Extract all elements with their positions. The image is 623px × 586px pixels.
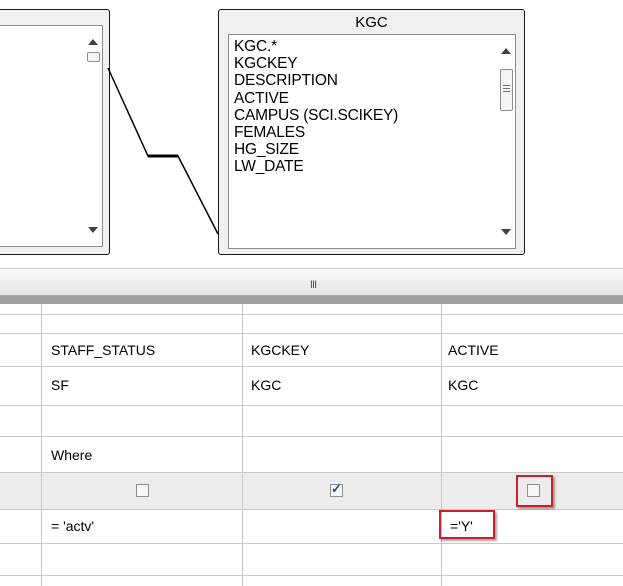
grid-line xyxy=(0,472,623,473)
column-name-cell[interactable]: ACTIVE xyxy=(448,342,499,358)
scroll-thumb[interactable] xyxy=(500,69,513,111)
scrollbar-grip[interactable]: III xyxy=(310,279,317,291)
table-name-cell[interactable]: KGC xyxy=(448,377,478,393)
output-checkbox[interactable] xyxy=(136,484,149,497)
grid-line xyxy=(41,304,42,586)
scroll-thumb-grip-icon xyxy=(503,85,510,86)
criteria-cell[interactable]: = 'actv' xyxy=(51,518,94,534)
pane-splitter[interactable] xyxy=(0,296,623,304)
kgc-list-scrollbar[interactable] xyxy=(497,35,515,248)
diagram-pane: KGC KGC.* KGCKEY DESCRIPTION ACTIVE CAMPUS (… xyxy=(0,0,623,268)
grid-line xyxy=(0,436,623,437)
table-name-cell[interactable]: KGC xyxy=(251,377,281,393)
highlight-box xyxy=(439,510,495,539)
grid-line xyxy=(0,509,623,510)
scroll-thumb-grip-line xyxy=(503,88,510,89)
grid-line xyxy=(0,575,623,576)
join-line[interactable] xyxy=(100,60,230,240)
scroll-thumb[interactable] xyxy=(87,52,100,62)
kgc-table-title: KGC xyxy=(355,14,388,31)
kgc-field-item[interactable]: ACTIVE xyxy=(234,90,398,107)
grid-line xyxy=(0,366,623,367)
kgc-field-item[interactable]: FEMALES xyxy=(234,124,398,141)
grid-line xyxy=(0,333,623,334)
kgc-field-item[interactable]: HG_SIZE xyxy=(234,141,398,158)
scroll-up-icon[interactable] xyxy=(501,48,511,54)
kgc-field-item[interactable]: LW_DATE xyxy=(234,158,398,175)
kgc-table-box[interactable]: KGC KGC.* KGCKEY DESCRIPTION ACTIVE CAMPUS (… xyxy=(218,9,525,255)
grid-line xyxy=(0,543,623,544)
scroll-down-icon[interactable] xyxy=(501,229,511,235)
output-checkbox[interactable] xyxy=(330,481,343,497)
grid-line xyxy=(0,405,623,406)
scroll-thumb-grip-line xyxy=(503,91,510,92)
grid-line xyxy=(441,304,442,586)
kgc-field-item[interactable]: KGCKEY xyxy=(234,55,398,72)
grid-header-strip xyxy=(0,304,623,314)
grid-line xyxy=(0,314,623,315)
grid-line xyxy=(242,304,243,586)
column-name-cell[interactable]: STAFF_STATUS xyxy=(51,342,155,358)
scroll-down-icon[interactable] xyxy=(88,227,98,233)
left-table-box[interactable] xyxy=(0,9,110,255)
kgc-field-item[interactable]: CAMPUS (SCI.SCIKEY) xyxy=(234,107,398,124)
highlight-box xyxy=(516,475,553,507)
column-name-cell[interactable]: KGCKEY xyxy=(251,342,309,358)
sort-cell[interactable]: Where xyxy=(51,447,92,463)
kgc-field-list[interactable]: KGC.* KGCKEY DESCRIPTION ACTIVE CAMPUS (SCI.… xyxy=(228,34,516,249)
kgc-field-item[interactable]: KGC.* xyxy=(234,38,398,55)
left-table-field-list[interactable] xyxy=(0,25,103,247)
scroll-up-icon[interactable] xyxy=(88,39,98,45)
table-name-cell[interactable]: SF xyxy=(51,377,69,393)
kgc-field-item[interactable]: DESCRIPTION xyxy=(234,72,398,89)
